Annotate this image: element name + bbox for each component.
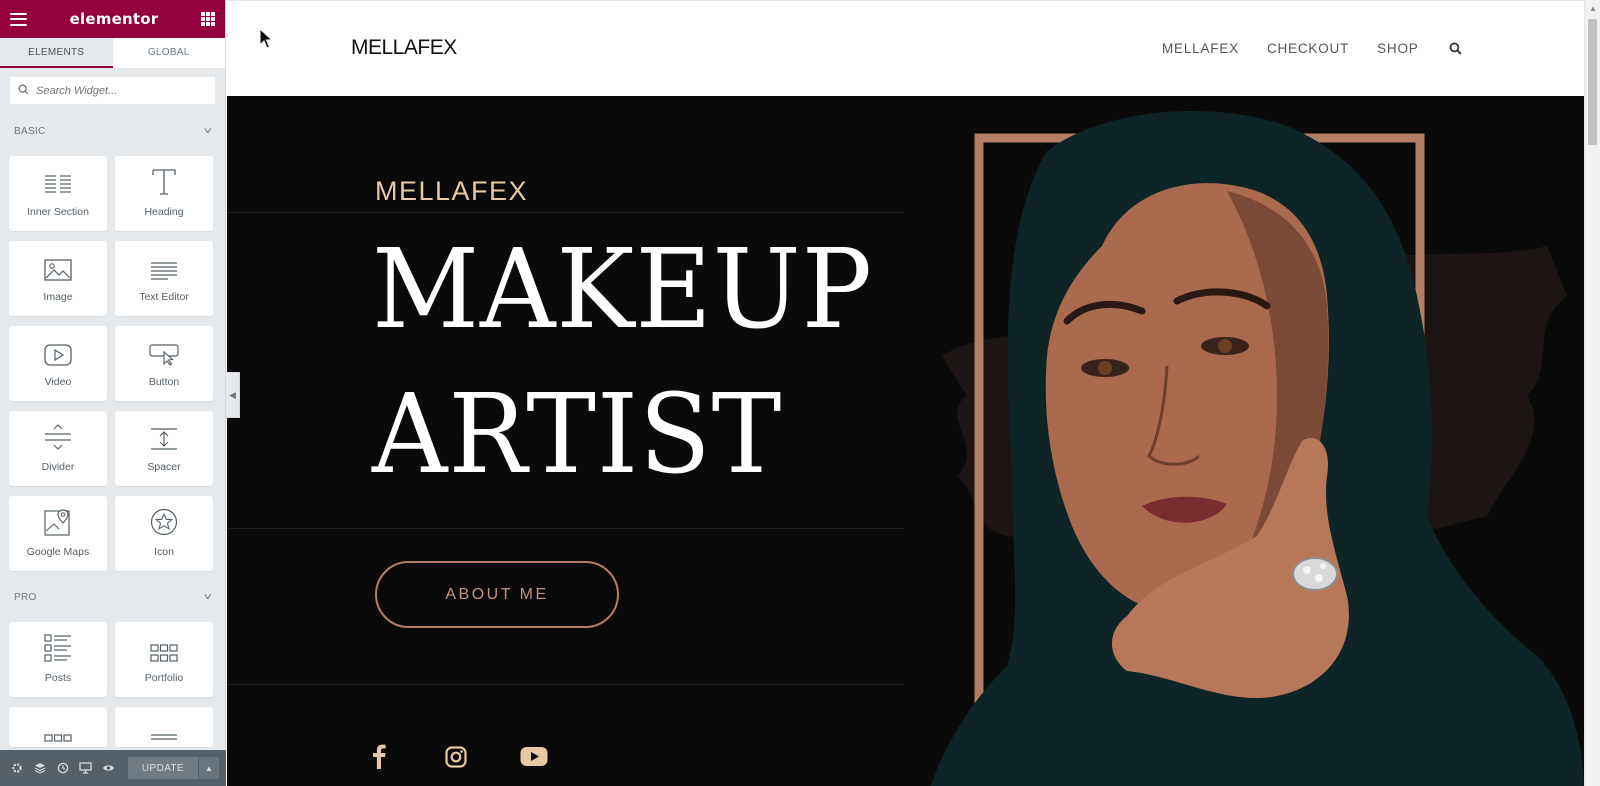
elementor-logo: elementor — [69, 10, 159, 28]
widget-button[interactable]: Button — [115, 326, 213, 401]
image-icon — [44, 259, 72, 281]
widget-label: Posts — [44, 672, 72, 684]
nav-link-mellafex[interactable]: MELLAFEX — [1162, 41, 1239, 56]
pro-widgets-grid: Posts Portfolio — [0, 609, 225, 747]
hero-kicker: MELLAFEX — [375, 176, 529, 206]
panel-footer: UPDATE ▲ — [0, 750, 226, 786]
widget-label: Divider — [41, 461, 75, 473]
button-icon — [149, 344, 179, 366]
tab-elements[interactable]: ELEMENTS — [0, 38, 113, 68]
tab-global[interactable]: GLOBAL — [113, 38, 226, 68]
hero-title-line1: MAKEUP — [372, 225, 873, 353]
widget-video[interactable]: Video — [9, 326, 107, 401]
chevron-down-icon: ˅ — [203, 125, 213, 137]
nav-link-checkout[interactable]: CHECKOUT — [1267, 41, 1349, 56]
widget-label: Icon — [154, 546, 174, 558]
search-widget-input[interactable] — [36, 84, 206, 97]
divider-line — [227, 212, 904, 213]
widget-label: Video — [44, 376, 72, 388]
widgets-grid-icon[interactable] — [201, 12, 215, 26]
category-pro-header[interactable]: PRO ˅ — [0, 585, 225, 609]
nav-link-shop[interactable]: SHOP — [1377, 41, 1418, 56]
basic-widgets-grid: Inner Section Heading Image Text Editor … — [0, 143, 225, 571]
widget-label: Heading — [144, 206, 184, 218]
panel-tabs: ELEMENTS GLOBAL — [0, 38, 225, 68]
scroll-up-icon[interactable]: ▲ — [1589, 4, 1597, 13]
posts-icon — [44, 634, 71, 662]
chevron-left-icon: ◀ — [229, 389, 236, 400]
instagram-icon[interactable] — [445, 743, 467, 773]
widget-gallery-partial[interactable] — [9, 707, 107, 747]
widget-spacer[interactable]: Spacer — [115, 411, 213, 486]
category-title: BASIC — [14, 125, 46, 137]
portrait-image — [930, 111, 1584, 786]
spacer-icon — [151, 428, 177, 450]
facebook-icon[interactable] — [372, 743, 386, 774]
mouse-cursor-icon — [259, 28, 273, 49]
widget-posts[interactable]: Posts — [9, 622, 107, 697]
youtube-icon[interactable] — [520, 743, 548, 773]
preview-icon[interactable] — [97, 750, 120, 786]
text-editor-icon — [151, 262, 177, 280]
category-basic-header[interactable]: BASIC ˅ — [0, 119, 225, 143]
hero-section: MELLAFEX MAKEUP ARTIST ABOUT ME — [227, 96, 1584, 786]
search-icon — [18, 82, 29, 100]
widget-image[interactable]: Image — [9, 241, 107, 316]
site-header: MELLAFEX MELLAFEX CHECKOUT SHOP — [227, 0, 1584, 96]
widget-text-editor[interactable]: Text Editor — [115, 241, 213, 316]
about-me-button[interactable]: ABOUT ME — [375, 561, 619, 628]
site-nav: MELLAFEX CHECKOUT SHOP — [1162, 41, 1447, 56]
star-icon — [150, 508, 178, 536]
settings-icon[interactable] — [5, 750, 28, 786]
chevron-up-icon[interactable]: ▲ — [199, 757, 219, 779]
portfolio-icon — [150, 644, 178, 662]
search-icon[interactable] — [1449, 42, 1462, 60]
widget-icon[interactable]: Icon — [115, 496, 213, 571]
widget-label: Text Editor — [139, 291, 189, 303]
widget-list-partial[interactable] — [115, 707, 213, 747]
list-icon — [151, 734, 177, 740]
google-maps-icon — [44, 509, 70, 536]
hero-title-line2: ARTIST — [372, 370, 783, 498]
divider-icon — [45, 424, 71, 450]
menu-icon[interactable] — [10, 12, 27, 26]
widget-label: Button — [148, 376, 180, 388]
category-title: PRO — [14, 591, 37, 603]
widget-label: Portfolio — [144, 672, 184, 684]
search-box[interactable] — [9, 76, 216, 105]
gallery-icon — [44, 734, 72, 742]
elementor-panel: elementor ELEMENTS GLOBAL BASIC ˅ — [0, 0, 226, 786]
widget-divider[interactable]: Divider — [9, 411, 107, 486]
site-logo[interactable]: MELLAFEX — [351, 36, 457, 60]
responsive-icon[interactable] — [74, 750, 97, 786]
scrollbar[interactable]: ▲ — [1584, 0, 1600, 786]
panel-collapse-toggle[interactable]: ◀ — [226, 372, 240, 418]
search-wrap — [0, 68, 225, 111]
widget-label: Image — [43, 291, 73, 303]
navigator-icon[interactable] — [28, 750, 51, 786]
inner-section-icon — [45, 175, 71, 193]
widget-label: Inner Section — [27, 206, 89, 218]
widget-portfolio[interactable]: Portfolio — [115, 622, 213, 697]
update-button[interactable]: UPDATE — [128, 757, 198, 779]
divider-line — [227, 684, 904, 685]
widget-inner-section[interactable]: Inner Section — [9, 156, 107, 231]
chevron-down-icon: ˅ — [203, 591, 213, 603]
site-preview: MELLAFEX MELLAFEX CHECKOUT SHOP MELLAFEX… — [227, 0, 1584, 786]
widget-google-maps[interactable]: Google Maps — [9, 496, 107, 571]
widget-heading[interactable]: Heading — [115, 156, 213, 231]
heading-icon — [152, 169, 176, 195]
widget-label: Google Maps — [26, 546, 90, 558]
widget-label: Spacer — [147, 461, 181, 473]
history-icon[interactable] — [51, 750, 74, 786]
ring — [1292, 557, 1338, 591]
divider-line — [227, 528, 904, 529]
panel-header: elementor — [0, 0, 225, 38]
scrollbar-thumb[interactable] — [1588, 19, 1597, 145]
app-window: elementor ELEMENTS GLOBAL BASIC ˅ — [0, 0, 1600, 786]
video-icon — [44, 344, 72, 366]
